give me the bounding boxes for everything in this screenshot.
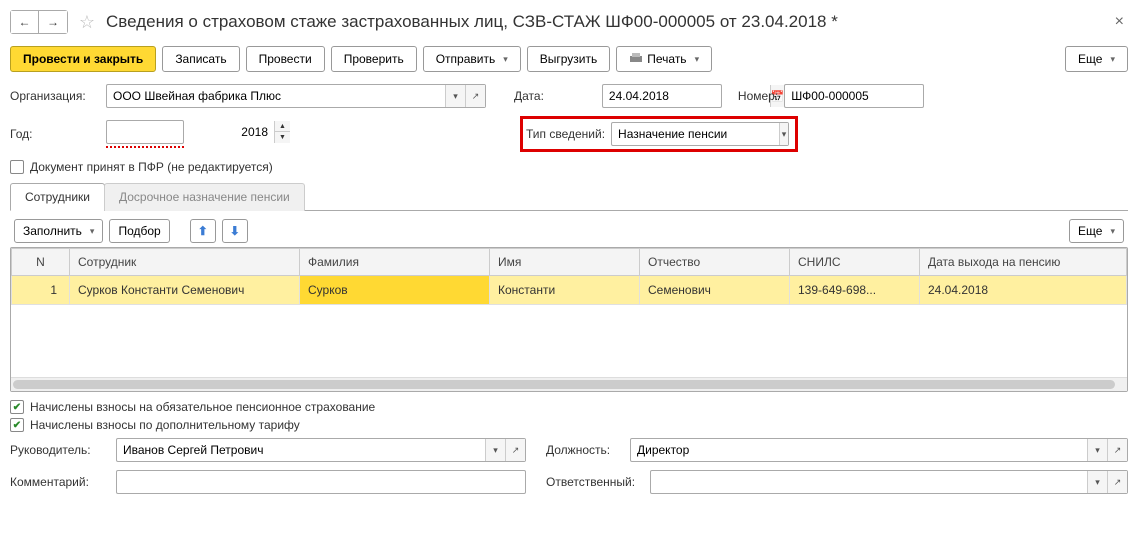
year-down-icon[interactable]: ▼ xyxy=(274,132,290,143)
year-input-group: ▲ ▼ xyxy=(106,120,184,144)
col-name[interactable]: Имя xyxy=(490,249,640,276)
col-n[interactable]: N xyxy=(12,249,70,276)
nav-buttons: ← → xyxy=(10,10,68,34)
pension-insurance-label: Начислены взносы на обязательное пенсион… xyxy=(30,400,375,414)
date-label: Дата: xyxy=(514,89,544,103)
move-down-button[interactable]: ⬇ xyxy=(222,219,248,243)
favorite-star-icon[interactable]: ☆ xyxy=(76,11,98,33)
close-icon[interactable]: × xyxy=(1111,13,1128,31)
org-dropdown-icon[interactable]: ▾ xyxy=(445,85,465,107)
window-title: Сведения о страховом стаже застрахованны… xyxy=(106,12,1111,32)
date-input-group: 📅 xyxy=(602,84,722,108)
org-open-icon[interactable]: ↗ xyxy=(465,85,485,107)
comment-input-group xyxy=(116,470,526,494)
year-up-icon[interactable]: ▲ xyxy=(274,121,290,132)
org-input[interactable] xyxy=(107,85,445,107)
accepted-checkbox[interactable] xyxy=(10,160,24,174)
info-type-highlight: Тип сведений: ▾ xyxy=(520,116,798,152)
info-type-input-group: ▾ xyxy=(611,122,789,146)
col-patronymic[interactable]: Отчество xyxy=(640,249,790,276)
position-label: Должность: xyxy=(546,443,624,457)
comment-input[interactable] xyxy=(117,471,525,493)
employees-table: N Сотрудник Фамилия Имя Отчество СНИЛС Д… xyxy=(11,248,1127,305)
cell-employee[interactable]: Сурков Константи Семенович xyxy=(70,276,300,305)
additional-tariff-label: Начислены взносы по дополнительному тари… xyxy=(30,418,300,432)
info-type-label: Тип сведений: xyxy=(526,127,605,141)
col-employee[interactable]: Сотрудник xyxy=(70,249,300,276)
tab-early-pension[interactable]: Досрочное назначение пенсии xyxy=(104,183,305,211)
responsible-open-icon[interactable]: ↗ xyxy=(1107,471,1127,493)
number-label: Номер: xyxy=(738,89,778,103)
number-input[interactable] xyxy=(785,85,952,107)
more-button[interactable]: Еще xyxy=(1065,46,1128,72)
head-label: Руководитель: xyxy=(10,443,110,457)
responsible-input-group: ▾ ↗ xyxy=(650,470,1128,494)
cell-name[interactable]: Константи xyxy=(490,276,640,305)
pension-insurance-checkbox[interactable] xyxy=(10,400,24,414)
horizontal-scrollbar[interactable] xyxy=(11,377,1127,391)
head-input-group: ▾ ↗ xyxy=(116,438,526,462)
number-input-group xyxy=(784,84,924,108)
pick-button[interactable]: Подбор xyxy=(109,219,169,243)
year-spinner: ▲ ▼ xyxy=(274,121,290,143)
responsible-dropdown-icon[interactable]: ▾ xyxy=(1087,471,1107,493)
additional-tariff-checkbox[interactable] xyxy=(10,418,24,432)
col-retire-date[interactable]: Дата выхода на пенсию xyxy=(920,249,1127,276)
cell-surname[interactable]: Сурков xyxy=(300,276,490,305)
position-open-icon[interactable]: ↗ xyxy=(1107,439,1127,461)
table-empty-area xyxy=(11,305,1127,377)
post-and-close-button[interactable]: Провести и закрыть xyxy=(10,46,156,72)
col-surname[interactable]: Фамилия xyxy=(300,249,490,276)
col-snils[interactable]: СНИЛС xyxy=(790,249,920,276)
responsible-label: Ответственный: xyxy=(546,475,644,489)
post-button[interactable]: Провести xyxy=(246,46,325,72)
cell-patronymic[interactable]: Семенович xyxy=(640,276,790,305)
cell-n[interactable]: 1 xyxy=(12,276,70,305)
table-row[interactable]: 1 Сурков Константи Семенович Сурков Конс… xyxy=(12,276,1127,305)
check-button[interactable]: Проверить xyxy=(331,46,417,72)
save-button[interactable]: Записать xyxy=(162,46,239,72)
head-input[interactable] xyxy=(117,439,485,461)
year-label: Год: xyxy=(10,127,100,141)
table-more-button[interactable]: Еще xyxy=(1069,219,1124,243)
cell-snils[interactable]: 139-649-698... xyxy=(790,276,920,305)
info-type-dropdown-icon[interactable]: ▾ xyxy=(779,123,788,145)
org-label: Организация: xyxy=(10,89,100,103)
export-button[interactable]: Выгрузить xyxy=(527,46,611,72)
send-button[interactable]: Отправить xyxy=(423,46,521,72)
responsible-input[interactable] xyxy=(651,471,1087,493)
position-input[interactable] xyxy=(631,439,1087,461)
print-label: Печать xyxy=(647,52,686,66)
position-input-group: ▾ ↗ xyxy=(630,438,1128,462)
cell-retire-date[interactable]: 24.04.2018 xyxy=(920,276,1127,305)
position-dropdown-icon[interactable]: ▾ xyxy=(1087,439,1107,461)
print-button[interactable]: Печать xyxy=(616,46,712,72)
info-type-input[interactable] xyxy=(612,123,779,145)
forward-button[interactable]: → xyxy=(39,11,67,33)
move-up-button[interactable]: ⬆ xyxy=(190,219,216,243)
head-dropdown-icon[interactable]: ▾ xyxy=(485,439,505,461)
comment-label: Комментарий: xyxy=(10,475,110,489)
year-input[interactable] xyxy=(107,121,274,143)
fill-button[interactable]: Заполнить xyxy=(14,219,103,243)
back-button[interactable]: ← xyxy=(11,11,39,33)
printer-icon xyxy=(629,53,643,65)
accepted-label: Документ принят в ПФР (не редактируется) xyxy=(30,160,273,174)
head-open-icon[interactable]: ↗ xyxy=(505,439,525,461)
tab-employees[interactable]: Сотрудники xyxy=(10,183,105,211)
org-input-group: ▾ ↗ xyxy=(106,84,486,108)
